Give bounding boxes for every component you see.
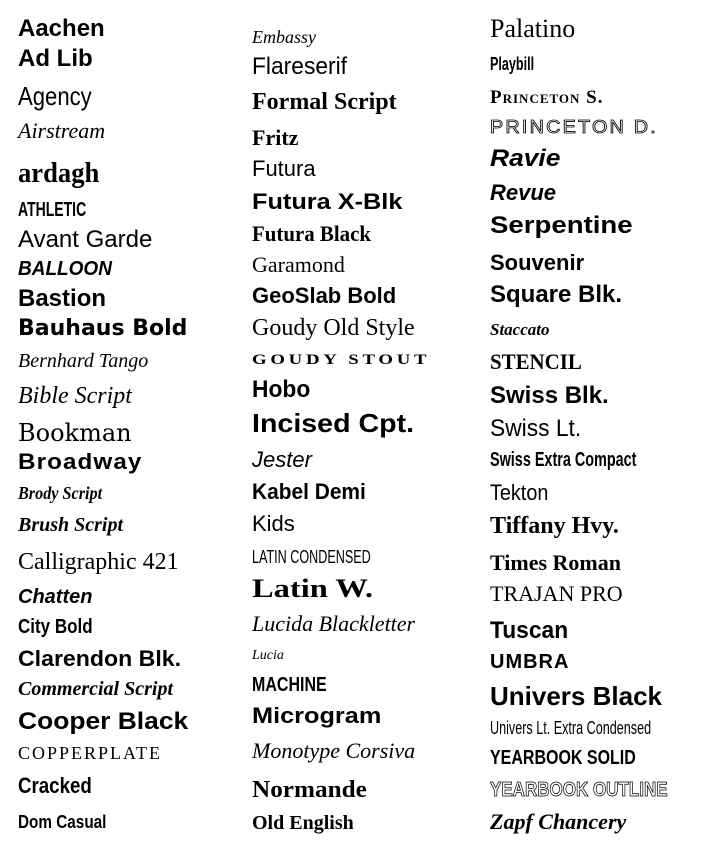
font-sample: Cracked (18, 772, 92, 798)
font-sample: Kabel Demi (252, 478, 366, 504)
font-sample: Airstream (18, 117, 106, 143)
font-sample: Staccato (490, 319, 550, 339)
font-sample: Normande (252, 776, 367, 803)
font-sample: ardagh (18, 157, 100, 189)
font-sample: Square Blk. (490, 280, 623, 308)
font-sample: GeoSlab Bold (252, 282, 397, 308)
font-sample: Embassy (252, 27, 316, 48)
font-sample: Yearbook Outline (490, 779, 668, 801)
font-sample: Lucia (252, 648, 284, 664)
font-sample: Aachen (18, 14, 105, 42)
font-sample: Yearbook Solid (490, 747, 636, 769)
font-sample: Futura X-Blk (252, 188, 403, 214)
font-sample: Flareserif (252, 52, 348, 80)
font-sample: Brush Script (18, 514, 124, 536)
font-sample: Old English (252, 812, 354, 834)
font-sample: Goudy Old Style (252, 314, 415, 341)
font-sample: Copperplate (18, 743, 163, 764)
font-sample: Stencil (490, 348, 582, 374)
font-sample: Latin W. (252, 573, 374, 603)
font-sample: Ad Lib (18, 44, 93, 72)
font-sample: Garamond (252, 251, 345, 277)
font-sample: Trajan Pro (490, 580, 623, 606)
font-sample: Jester (252, 446, 312, 472)
font-sample: Bernhard Tango (18, 350, 149, 372)
font-sample: Latin Condensed (252, 547, 371, 568)
font-sample: Incised Cpt. (252, 407, 415, 438)
font-sample: Hobo (252, 375, 311, 403)
font-sample: Broadway (18, 448, 143, 474)
font-sample: City Bold (18, 616, 93, 638)
font-sample: Kids (252, 510, 295, 536)
font-sample: Tuscan (490, 616, 569, 644)
font-sample: Bastion (18, 284, 107, 312)
font-sample: Agency (18, 80, 92, 111)
font-sample: Lucida Blackletter (252, 610, 416, 636)
font-sample: Umbra (490, 651, 570, 673)
font-sample: Fritz (252, 124, 299, 150)
font-sample: Monotype Corsiva (252, 737, 416, 763)
font-sample: Ravie (490, 144, 561, 172)
font-sample: Formal Script (252, 88, 397, 115)
font-sample: Princeton D. (490, 117, 658, 138)
font-sample: Souvenir (490, 249, 585, 275)
font-sample: Bible Script (18, 382, 132, 409)
font-sample: Futura Black (252, 220, 372, 246)
font-sample: ATHLETIC (18, 199, 87, 221)
font-sample: Times Roman (490, 549, 621, 575)
font-sample: Tekton (490, 479, 549, 505)
font-sample-sheet: Aachen Ad Lib Agency Airstream ardagh ATHLETI… (0, 0, 720, 855)
font-sample: Brody Script (18, 483, 103, 504)
font-sample: Bookman (18, 418, 132, 447)
font-sample: Revue (490, 179, 557, 205)
font-sample: Swiss Lt. (490, 414, 582, 442)
font-sample: Goudy Stout (252, 351, 431, 368)
font-sample: Univers Black (490, 680, 662, 711)
font-sample: Microgram (252, 702, 382, 728)
font-sample: Swiss Blk. (490, 381, 609, 409)
font-sample: Avant Garde (18, 225, 153, 253)
font-sample: Serpentine (490, 211, 633, 239)
font-sample: Cooper Black (18, 707, 189, 735)
font-sample: Commercial Script (18, 678, 173, 700)
font-sample: Zapf Chancery (490, 808, 627, 834)
font-sample: BALLOON (18, 258, 112, 280)
font-sample: Bauhaus Bold (18, 315, 188, 341)
font-sample: Calligraphic 421 (18, 548, 179, 575)
font-sample: Tiffany Hvy. (490, 512, 619, 539)
font-sample: Palatino (490, 13, 576, 43)
font-sample: Playbill (490, 54, 535, 75)
font-sample: Machine (252, 674, 327, 696)
font-sample: Futura (252, 155, 316, 181)
font-sample: Chatten (18, 586, 93, 608)
font-sample: Dom Casual (18, 812, 107, 833)
font-sample: Clarendon Blk. (18, 645, 182, 671)
font-sample: Univers Lt. Extra Condensed (490, 718, 652, 739)
font-sample: Princeton S. (490, 86, 604, 108)
font-sample: Swiss Extra Compact (490, 449, 637, 471)
